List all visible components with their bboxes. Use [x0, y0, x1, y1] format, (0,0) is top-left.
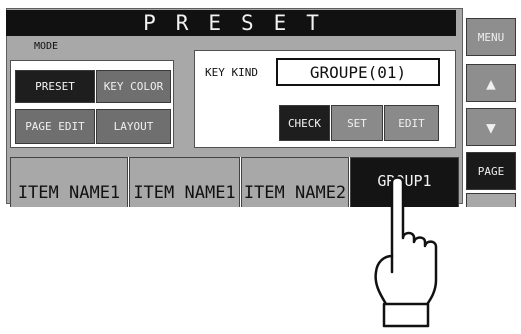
- mode-label: MODE: [34, 41, 59, 52]
- key-kind-label: KEY KIND: [205, 66, 258, 79]
- key-color-button[interactable]: KEY COLOR: [96, 70, 171, 103]
- pointing-hand-icon: [374, 176, 438, 328]
- item-key[interactable]: ITEM NAME1: [129, 157, 240, 207]
- key-kind-value: GROUPE(01): [276, 58, 440, 86]
- title-bar: PRESET: [6, 10, 456, 36]
- layout-button[interactable]: LAYOUT: [96, 109, 171, 144]
- page-title: PRESET: [143, 11, 339, 35]
- page-edit-button[interactable]: PAGE EDIT: [15, 109, 95, 144]
- up-arrow-button[interactable]: ▲: [466, 64, 516, 102]
- side-button-partial[interactable]: [466, 193, 516, 207]
- up-arrow-icon: ▲: [486, 73, 496, 93]
- edit-button[interactable]: EDIT: [384, 105, 439, 141]
- down-arrow-icon: ▼: [486, 117, 496, 137]
- check-button[interactable]: CHECK: [279, 105, 330, 141]
- page-button[interactable]: PAGE: [466, 152, 516, 190]
- menu-button[interactable]: MENU: [466, 18, 516, 56]
- item-key[interactable]: ITEM NAME2: [241, 157, 349, 207]
- item-key[interactable]: ITEM NAME1: [10, 157, 128, 207]
- down-arrow-button[interactable]: ▼: [466, 108, 516, 146]
- preset-button[interactable]: PRESET: [15, 70, 95, 103]
- set-button[interactable]: SET: [331, 105, 383, 141]
